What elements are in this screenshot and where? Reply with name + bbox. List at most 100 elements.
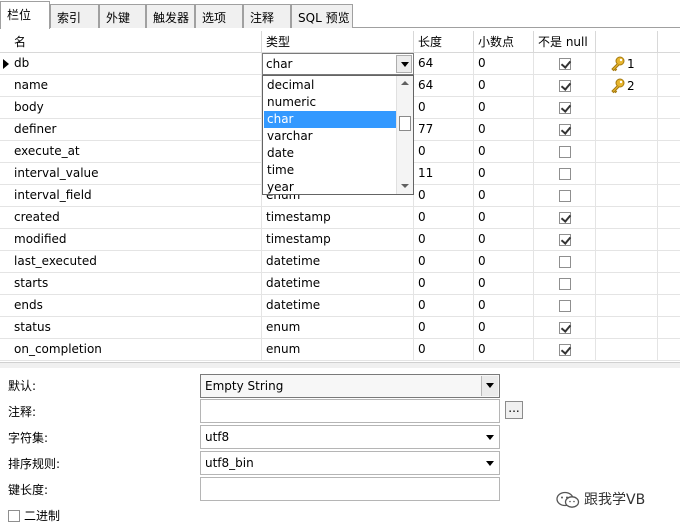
type-option-year[interactable]: year xyxy=(264,179,396,194)
field-length-cell[interactable]: 0 xyxy=(414,97,474,119)
field-name-cell[interactable]: status xyxy=(0,317,262,339)
field-decimals-cell[interactable]: 0 xyxy=(474,75,534,97)
table-row[interactable]: created timestamp 0 0 xyxy=(0,207,680,229)
not-null-checkbox[interactable] xyxy=(559,80,571,92)
field-type-cell[interactable]: timestamp xyxy=(262,207,414,229)
field-decimals-cell[interactable]: 0 xyxy=(474,295,534,317)
field-name-cell[interactable]: created xyxy=(0,207,262,229)
not-null-checkbox[interactable] xyxy=(559,256,571,268)
field-name-cell[interactable]: last_executed xyxy=(0,251,262,273)
field-type-cell[interactable]: datetime xyxy=(262,273,414,295)
column-header-name[interactable]: 名 xyxy=(0,31,262,53)
field-decimals-cell[interactable]: 0 xyxy=(474,119,534,141)
field-name-cell[interactable]: name xyxy=(0,75,262,97)
tab-6[interactable]: SQL 预览 xyxy=(291,4,353,28)
scroll-down-icon[interactable] xyxy=(397,178,413,194)
type-combobox-value[interactable]: char xyxy=(266,54,293,74)
field-length-cell[interactable]: 0 xyxy=(414,207,474,229)
field-length-cell[interactable]: 64 xyxy=(414,75,474,97)
field-decimals-cell[interactable]: 0 xyxy=(474,97,534,119)
type-option-time[interactable]: time xyxy=(264,162,396,179)
default-dropdown-icon[interactable] xyxy=(481,376,498,396)
column-header-decimals[interactable]: 小数点 xyxy=(474,31,534,53)
collation-chevron-down-icon[interactable] xyxy=(486,461,494,466)
field-type-cell[interactable]: enum xyxy=(262,317,414,339)
field-name-cell[interactable]: interval_field xyxy=(0,185,262,207)
type-dropdown-button[interactable] xyxy=(396,55,412,73)
field-name-cell[interactable]: db xyxy=(0,53,262,75)
table-row[interactable]: starts datetime 0 0 xyxy=(0,273,680,295)
field-type-cell[interactable]: datetime xyxy=(262,295,414,317)
type-option-decimal[interactable]: decimal xyxy=(264,77,396,94)
field-name-cell[interactable]: ends xyxy=(0,295,262,317)
field-name-cell[interactable]: body xyxy=(0,97,262,119)
table-row[interactable]: ends datetime 0 0 xyxy=(0,295,680,317)
field-decimals-cell[interactable]: 0 xyxy=(474,317,534,339)
not-null-checkbox[interactable] xyxy=(559,278,571,290)
field-decimals-cell[interactable]: 0 xyxy=(474,185,534,207)
not-null-checkbox[interactable] xyxy=(559,58,571,70)
field-name-cell[interactable]: execute_at xyxy=(0,141,262,163)
field-length-cell[interactable]: 64 xyxy=(414,53,474,75)
table-row[interactable]: status enum 0 0 xyxy=(0,317,680,339)
scroll-thumb[interactable] xyxy=(399,116,411,131)
type-option-varchar[interactable]: varchar xyxy=(264,128,396,145)
comment-field[interactable] xyxy=(200,399,500,423)
table-row[interactable]: on_completion enum 0 0 xyxy=(0,339,680,361)
not-null-checkbox[interactable] xyxy=(559,300,571,312)
type-option-char[interactable]: char xyxy=(264,111,396,128)
key-length-field[interactable] xyxy=(200,477,500,501)
not-null-checkbox[interactable] xyxy=(559,212,571,224)
field-length-cell[interactable]: 0 xyxy=(414,251,474,273)
panel-separator[interactable] xyxy=(0,362,680,368)
charset-chevron-down-icon[interactable] xyxy=(486,435,494,440)
field-decimals-cell[interactable]: 0 xyxy=(474,163,534,185)
field-length-cell[interactable]: 0 xyxy=(414,317,474,339)
tab-5[interactable]: 注释 xyxy=(243,4,291,28)
field-name-cell[interactable]: on_completion xyxy=(0,339,262,361)
field-type-cell[interactable]: timestamp xyxy=(262,229,414,251)
type-combobox[interactable]: char xyxy=(262,53,414,75)
table-row[interactable]: modified timestamp 0 0 xyxy=(0,229,680,251)
field-type-cell[interactable]: datetime xyxy=(262,251,414,273)
charset-combobox[interactable]: utf8 xyxy=(200,425,500,449)
dropdown-scrollbar[interactable] xyxy=(396,76,413,194)
field-name-cell[interactable]: starts xyxy=(0,273,262,295)
field-decimals-cell[interactable]: 0 xyxy=(474,251,534,273)
type-option-date[interactable]: date xyxy=(264,145,396,162)
table-row[interactable]: last_executed datetime 0 0 xyxy=(0,251,680,273)
not-null-checkbox[interactable] xyxy=(559,344,571,356)
comment-edit-button[interactable]: ... xyxy=(505,401,523,419)
not-null-checkbox[interactable] xyxy=(559,146,571,158)
tab-3[interactable]: 触发器 xyxy=(146,4,195,28)
field-length-cell[interactable]: 0 xyxy=(414,141,474,163)
tab-2[interactable]: 外键 xyxy=(99,4,146,28)
field-decimals-cell[interactable]: 0 xyxy=(474,339,534,361)
field-decimals-cell[interactable]: 0 xyxy=(474,273,534,295)
tab-0[interactable]: 栏位 xyxy=(0,1,50,29)
field-length-cell[interactable]: 0 xyxy=(414,229,474,251)
binary-checkbox[interactable] xyxy=(8,510,20,522)
field-name-cell[interactable]: interval_value xyxy=(0,163,262,185)
field-type-cell[interactable]: enum xyxy=(262,339,414,361)
field-length-cell[interactable]: 0 xyxy=(414,185,474,207)
column-header-type[interactable]: 类型 xyxy=(262,31,414,53)
not-null-checkbox[interactable] xyxy=(559,124,571,136)
field-name-cell[interactable]: modified xyxy=(0,229,262,251)
not-null-checkbox[interactable] xyxy=(559,102,571,114)
field-decimals-cell[interactable]: 0 xyxy=(474,141,534,163)
field-decimals-cell[interactable]: 0 xyxy=(474,53,534,75)
not-null-checkbox[interactable] xyxy=(559,234,571,246)
field-length-cell[interactable]: 0 xyxy=(414,295,474,317)
field-decimals-cell[interactable]: 0 xyxy=(474,229,534,251)
field-decimals-cell[interactable]: 0 xyxy=(474,207,534,229)
tab-1[interactable]: 索引 xyxy=(50,4,99,28)
not-null-checkbox[interactable] xyxy=(559,168,571,180)
column-header-not-null[interactable]: 不是 null xyxy=(534,31,596,53)
type-option-numeric[interactable]: numeric xyxy=(264,94,396,111)
field-length-cell[interactable]: 0 xyxy=(414,273,474,295)
not-null-checkbox[interactable] xyxy=(559,190,571,202)
column-header-length[interactable]: 长度 xyxy=(414,31,474,53)
default-combobox[interactable]: Empty String xyxy=(200,374,500,398)
scroll-up-icon[interactable] xyxy=(397,76,413,92)
